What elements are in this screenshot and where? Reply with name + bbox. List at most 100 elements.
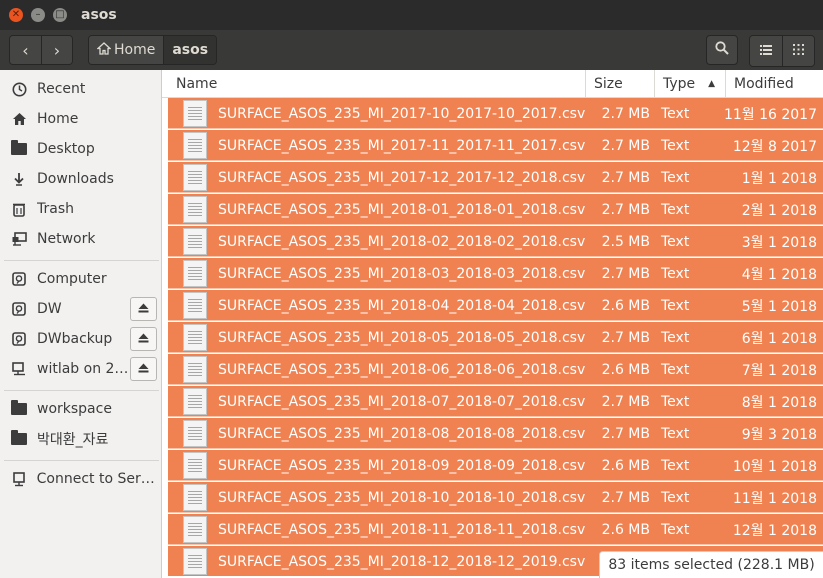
sidebar-separator <box>4 260 159 261</box>
table-row[interactable]: SURFACE_ASOS_235_MI_2018-01_2018-01_2018… <box>168 194 823 225</box>
file-size: 2.7 MB <box>601 201 650 218</box>
file-size: 2.7 MB <box>601 169 650 186</box>
file-modified: 1월 1 2018 <box>741 170 817 187</box>
back-button[interactable]: ‹ <box>10 36 41 64</box>
sidebar-item-dwbackup[interactable]: DWbackup <box>0 324 161 354</box>
sidebar-item-label: Recent <box>37 81 86 97</box>
table-row[interactable]: SURFACE_ASOS_235_MI_2018-02_2018-02_2018… <box>168 226 823 257</box>
sidebar-item-home[interactable]: Home <box>0 104 161 134</box>
file-type: Text <box>661 329 690 346</box>
table-row[interactable]: SURFACE_ASOS_235_MI_2018-04_2018-04_2018… <box>168 290 823 321</box>
list-view-button[interactable] <box>750 36 782 66</box>
download-icon <box>10 172 28 186</box>
file-modified: 3월 1 2018 <box>741 234 817 251</box>
sidebar: Recent Home Desktop Downloads Trash Netw… <box>0 70 162 578</box>
file-name: SURFACE_ASOS_235_MI_2018-06_2018-06_2018… <box>218 361 586 378</box>
file-size: 2.7 MB <box>601 425 650 442</box>
text-file-icon <box>183 420 207 447</box>
sidebar-item-label: workspace <box>37 401 112 417</box>
file-size: 2.7 MB <box>601 265 650 282</box>
sidebar-item-network[interactable]: Network <box>0 224 161 254</box>
file-modified: 6월 1 2018 <box>741 330 817 347</box>
sidebar-item-korean-folder[interactable]: 박대환_자료 <box>0 424 161 454</box>
sidebar-item-workspace[interactable]: workspace <box>0 394 161 424</box>
table-row[interactable]: SURFACE_ASOS_235_MI_2018-08_2018-08_2018… <box>168 418 823 449</box>
close-window-button[interactable]: ✕ <box>9 8 23 22</box>
table-row[interactable]: SURFACE_ASOS_235_MI_2018-05_2018-05_2018… <box>168 322 823 353</box>
file-modified: 8월 1 2018 <box>741 394 817 411</box>
column-header-label: Size <box>594 76 623 92</box>
toolbar-right <box>706 35 815 67</box>
sidebar-item-dw[interactable]: DW <box>0 294 161 324</box>
file-size: 2.6 MB <box>601 521 650 538</box>
file-type: Text <box>661 489 690 506</box>
clock-icon <box>10 82 28 97</box>
eject-icon <box>138 333 149 346</box>
table-row[interactable]: SURFACE_ASOS_235_MI_2017-12_2017-12_2018… <box>168 162 823 193</box>
sidebar-item-desktop[interactable]: Desktop <box>0 134 161 164</box>
sidebar-item-label: Computer <box>37 271 107 287</box>
text-file-icon <box>183 324 207 351</box>
column-header-label: Type <box>663 76 696 92</box>
column-header-modified[interactable]: Modified <box>726 70 823 98</box>
column-header-name[interactable]: Name <box>168 70 586 98</box>
file-modified: 11월 16 2017 <box>723 106 817 123</box>
view-switcher <box>749 35 815 67</box>
file-size: 2.7 MB <box>601 105 650 122</box>
sidebar-item-downloads[interactable]: Downloads <box>0 164 161 194</box>
sidebar-item-connect-to-server[interactable]: Connect to Server <box>0 464 161 494</box>
eject-button[interactable] <box>130 357 157 381</box>
eject-button[interactable] <box>130 297 157 321</box>
eject-button[interactable] <box>130 327 157 351</box>
trash-icon <box>10 202 28 217</box>
table-row[interactable]: SURFACE_ASOS_235_MI_2018-07_2018-07_2018… <box>168 386 823 417</box>
file-name: SURFACE_ASOS_235_MI_2018-04_2018-04_2018… <box>218 297 586 314</box>
network-icon <box>10 232 28 246</box>
sidebar-item-recent[interactable]: Recent <box>0 74 161 104</box>
table-row[interactable]: SURFACE_ASOS_235_MI_2018-11_2018-11_2018… <box>168 514 823 545</box>
table-row[interactable]: SURFACE_ASOS_235_MI_2018-09_2018-09_2018… <box>168 450 823 481</box>
minimize-window-button[interactable]: – <box>31 8 45 22</box>
text-file-icon <box>183 356 207 383</box>
table-row[interactable]: SURFACE_ASOS_235_MI_2018-10_2018-10_2018… <box>168 482 823 513</box>
file-type: Text <box>661 457 690 474</box>
maximize-window-button[interactable]: □ <box>53 8 67 22</box>
text-file-icon <box>183 292 207 319</box>
file-type: Text <box>661 297 690 314</box>
column-header-type[interactable]: Type ▲ <box>655 70 726 98</box>
network-share-icon <box>10 362 28 376</box>
sidebar-item-computer[interactable]: Computer <box>0 264 161 294</box>
text-file-icon <box>183 452 207 479</box>
file-size: 2.6 MB <box>601 297 650 314</box>
sidebar-item-trash[interactable]: Trash <box>0 194 161 224</box>
table-row[interactable]: SURFACE_ASOS_235_MI_2018-06_2018-06_2018… <box>168 354 823 385</box>
file-modified: 12월 1 2018 <box>732 522 817 539</box>
file-name: SURFACE_ASOS_235_MI_2018-09_2018-09_2018… <box>218 457 586 474</box>
file-type: Text <box>661 361 690 378</box>
drive-icon <box>10 302 28 316</box>
file-name: SURFACE_ASOS_235_MI_2018-11_2018-11_2018… <box>218 521 586 538</box>
file-name: SURFACE_ASOS_235_MI_2017-10_2017-10_2017… <box>218 105 586 122</box>
file-size: 2.6 MB <box>601 361 650 378</box>
file-name: SURFACE_ASOS_235_MI_2018-08_2018-08_2018… <box>218 425 586 442</box>
forward-button[interactable]: › <box>41 36 72 64</box>
search-icon <box>715 41 729 59</box>
text-file-icon <box>183 132 207 159</box>
sidebar-item-witlab[interactable]: witlab on 2… <box>0 354 161 384</box>
table-row[interactable]: SURFACE_ASOS_235_MI_2018-03_2018-03_2018… <box>168 258 823 289</box>
file-name: SURFACE_ASOS_235_MI_2018-03_2018-03_2018… <box>218 265 586 282</box>
file-size: 2.7 MB <box>601 137 650 154</box>
table-row[interactable]: SURFACE_ASOS_235_MI_2017-10_2017-10_2017… <box>168 98 823 129</box>
file-size: 2.7 MB <box>601 329 650 346</box>
column-header-size[interactable]: Size <box>586 70 655 98</box>
file-size: 2.5 MB <box>601 233 650 250</box>
sidebar-item-label: Home <box>37 111 79 127</box>
file-modified: 5월 1 2018 <box>741 298 817 315</box>
file-modified: 9월 3 2018 <box>741 426 817 443</box>
sidebar-item-label: Connect to Server <box>36 471 161 487</box>
breadcrumb-home[interactable]: Home <box>89 36 164 64</box>
grid-view-button[interactable] <box>782 36 814 66</box>
search-button[interactable] <box>706 35 738 65</box>
breadcrumb-asos[interactable]: asos <box>163 36 217 64</box>
table-row[interactable]: SURFACE_ASOS_235_MI_2017-11_2017-11_2017… <box>168 130 823 161</box>
